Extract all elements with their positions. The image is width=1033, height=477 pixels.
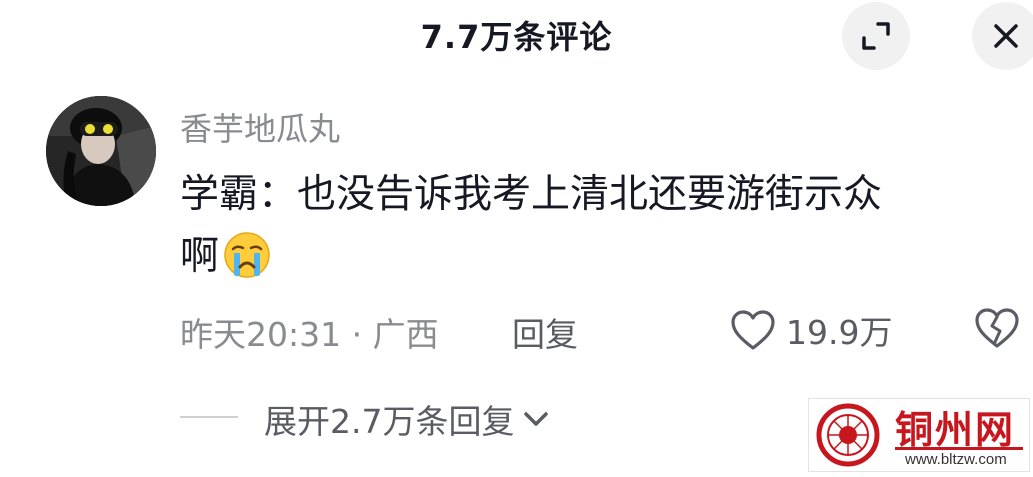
comment-text: 学霸：也没告诉我考上清北还要游街示众 啊 [180, 164, 1010, 298]
dislike-button[interactable] [973, 306, 1021, 354]
like-button[interactable]: 19.9万 [730, 302, 892, 358]
like-count: 19.9万 [786, 313, 893, 352]
watermark-url: www.bltzw.com [905, 451, 1007, 468]
comment-text-line2-wrap: 啊 [180, 226, 1010, 298]
reply-button[interactable]: 回复 [512, 308, 578, 356]
expand-replies-button[interactable]: 展开2.7万条回复 [264, 395, 550, 443]
comment-username[interactable]: 香芋地瓜丸 [180, 104, 340, 150]
expand-icon [862, 22, 890, 50]
comment-time-location: 昨天20:31 · 广西 [180, 315, 439, 354]
close-button[interactable] [972, 2, 1033, 70]
close-icon [994, 24, 1018, 48]
comment-text-line2: 啊 [180, 234, 220, 279]
avatar[interactable] [46, 96, 156, 206]
expand-button[interactable] [842, 2, 910, 70]
crying-face-icon [223, 231, 271, 298]
watermark-bar [895, 447, 1023, 450]
broken-heart-icon [975, 308, 1019, 348]
site-watermark: 铜州网 www.bltzw.com [808, 398, 1030, 472]
watermark-name: 铜州网 [895, 408, 1016, 452]
watermark-logo [813, 403, 883, 471]
expand-replies-label: 展开2.7万条回复 [264, 402, 515, 441]
comment-text-line1: 学霸：也没告诉我考上清北还要游街示众 [180, 172, 883, 217]
chevron-down-icon [524, 412, 549, 426]
avatar-image [46, 96, 156, 206]
heart-icon [731, 310, 775, 350]
replies-divider [180, 416, 238, 418]
